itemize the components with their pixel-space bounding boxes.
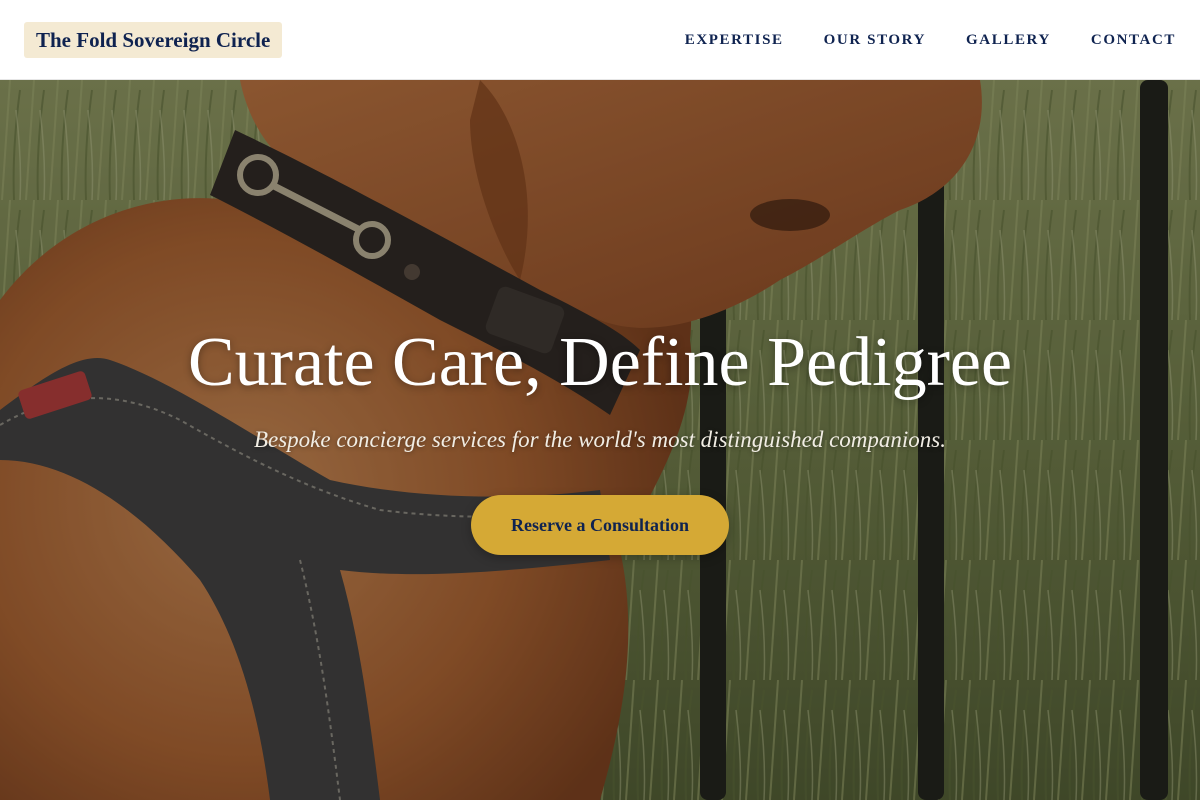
hero-title: Curate Care, Define Pedigree (187, 324, 1013, 401)
nav-link-expertise[interactable]: EXPERTISE (685, 32, 784, 49)
nav-link-gallery[interactable]: GALLERY (966, 32, 1051, 49)
main-nav: EXPERTISE OUR STORY GALLERY CONTACT (685, 0, 1176, 80)
hero-subtitle: Bespoke concierge services for the world… (253, 427, 947, 452)
nav-link-contact[interactable]: CONTACT (1091, 32, 1176, 49)
nav-link-our-story[interactable]: OUR STORY (824, 32, 926, 49)
brand-logo[interactable]: The Fold Sovereign Circle (24, 22, 283, 58)
reserve-consultation-button[interactable]: Reserve a Consultation (471, 495, 729, 555)
site-header: The Fold Sovereign Circle EXPERTISE OUR … (0, 0, 1200, 80)
hero-content: Curate Care, Define Pedigree Bespoke con… (0, 80, 1200, 800)
hero-section: Curate Care, Define Pedigree Bespoke con… (0, 80, 1200, 800)
